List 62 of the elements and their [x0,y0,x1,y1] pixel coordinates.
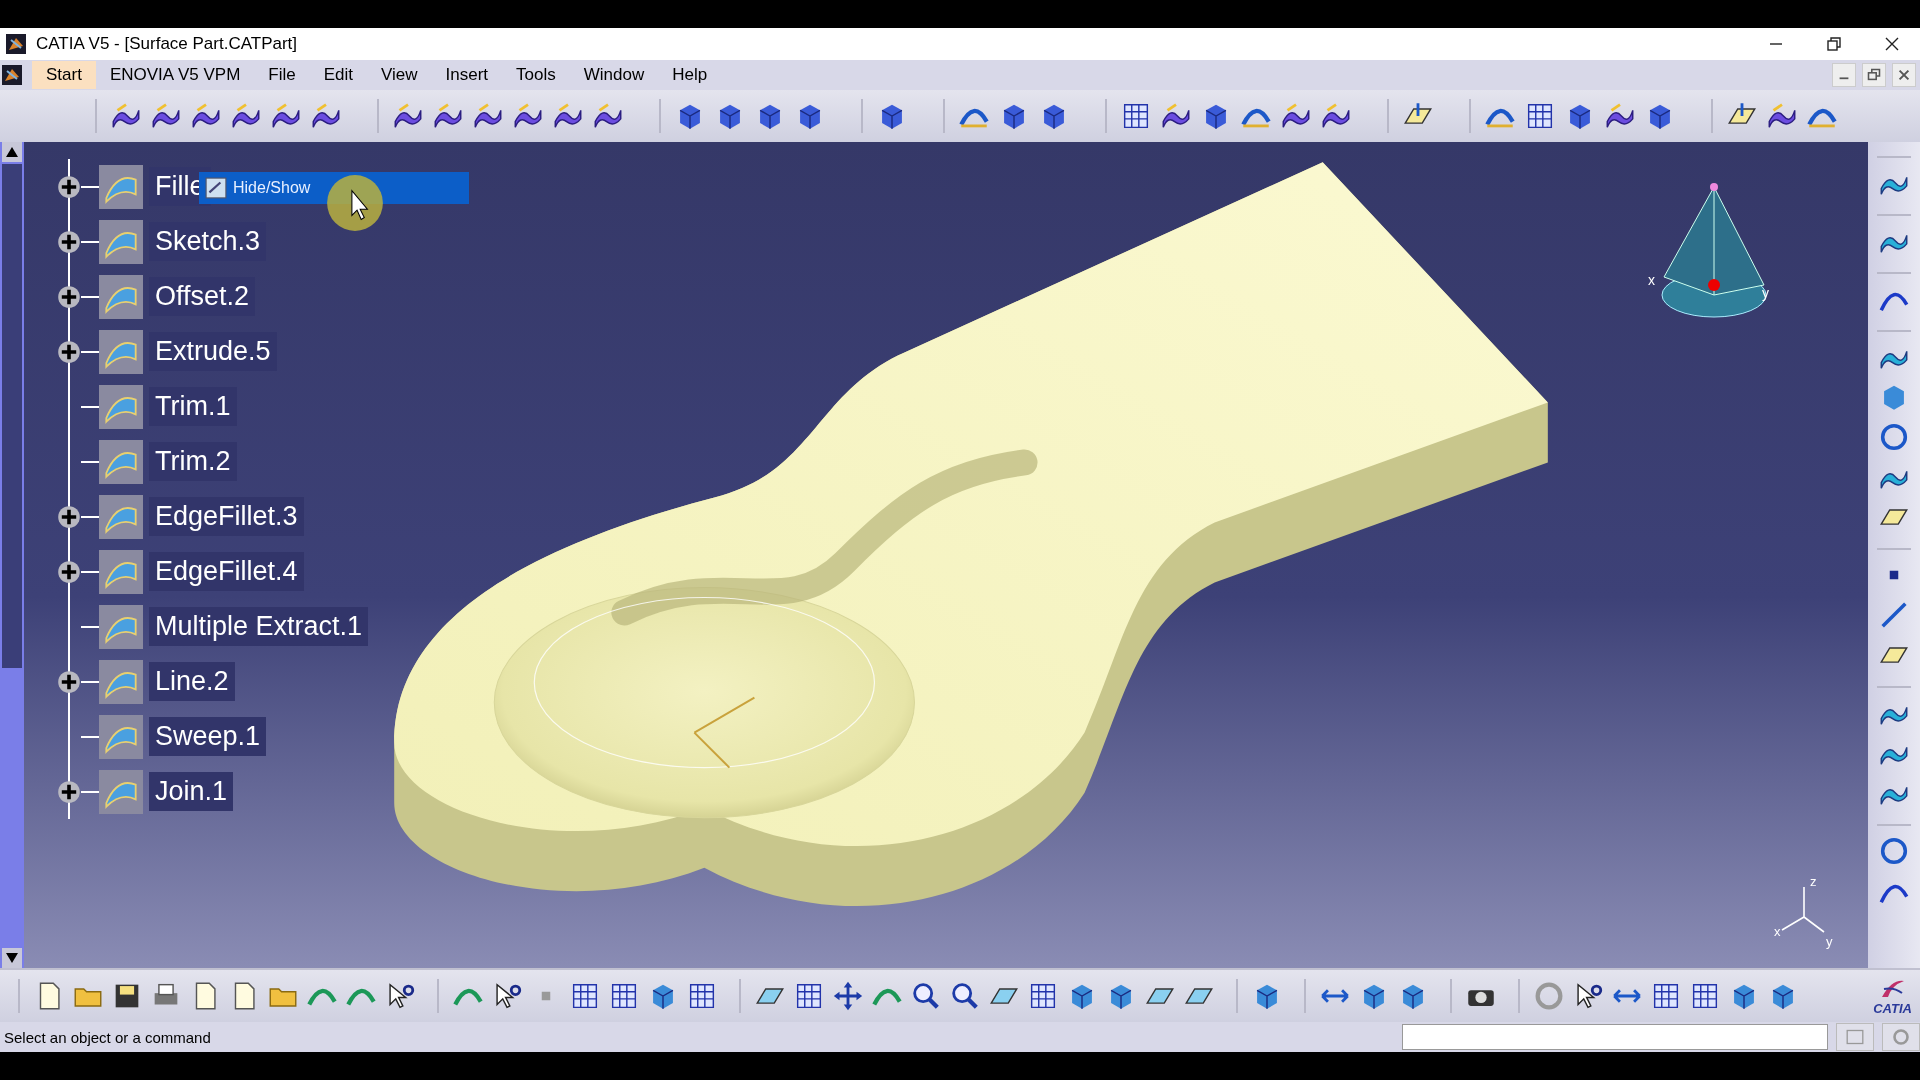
menu-item[interactable]: Start [32,61,96,89]
tree-item[interactable]: EdgeFillet.4 [149,552,304,591]
menu-item-label: Hide/Show [233,179,311,197]
logo-text: CATIA [1873,1000,1912,1016]
tree-item[interactable]: Offset.2 [149,277,256,316]
window-title: CATIA V5 - [Surface Part.CATPart] [36,34,298,54]
axis-label: z [1810,874,1817,889]
feature-icon[interactable] [99,274,143,319]
feature-icon[interactable] [99,659,143,704]
feature-icon[interactable] [99,384,143,429]
expand-icon[interactable] [57,504,81,529]
menu-item[interactable]: View [367,61,432,89]
close-icon[interactable] [1892,63,1916,87]
feature-icon[interactable] [99,714,143,759]
tree-item[interactable]: Multiple Extract.1 [149,607,369,646]
tree-item[interactable]: Trim.2 [149,442,237,481]
menu-item[interactable]: Insert [431,61,503,89]
tree-item[interactable]: Line.2 [149,662,235,701]
restore-icon[interactable] [1824,34,1844,54]
menu-item[interactable]: Help [658,61,722,89]
menu-item[interactable]: Window [569,61,659,89]
tree-item[interactable]: EdgeFillet.3 [149,497,304,536]
feature-icon[interactable] [99,219,143,264]
feature-icon[interactable] [99,604,143,649]
scroll-down-icon[interactable] [2,948,22,968]
tree-item[interactable]: Trim.1 [149,387,237,426]
scroll-up-icon[interactable] [2,142,22,162]
menu-item[interactable]: Edit [309,61,367,89]
scrollbar-thumb[interactable] [2,164,22,668]
app-logo-icon [2,65,22,85]
tree-item[interactable]: Join.1 [149,772,234,811]
expand-icon[interactable] [57,779,81,804]
feature-icon[interactable] [99,549,143,594]
tree-item[interactable]: Sweep.1 [149,717,267,756]
axis-label: x [1648,272,1655,288]
status-message: Select an object or a command [4,1028,211,1046]
app-logo-icon [6,34,26,54]
command-input-field[interactable] [1402,1024,1828,1050]
minimize-icon[interactable] [1832,63,1856,87]
scrollbar[interactable] [0,142,24,968]
axis-label: y [1826,934,1833,949]
feature-icon[interactable] [99,494,143,539]
expand-icon[interactable] [57,284,81,309]
tree-item[interactable]: Extrude.5 [149,332,277,371]
expand-icon[interactable] [57,559,81,584]
hide-show-icon [205,177,227,199]
expand-icon[interactable] [57,229,81,254]
feature-icon[interactable] [99,164,143,209]
tree-item[interactable]: Sketch.3 [149,222,267,261]
expand-icon[interactable] [57,669,81,694]
feature-icon[interactable] [99,769,143,814]
axis-label: y [1762,285,1769,301]
axis-label: x [1774,924,1781,939]
mouse-cursor-icon [324,172,386,234]
restore-icon[interactable] [1862,63,1886,87]
menu-item[interactable]: File [254,61,310,89]
menu-item[interactable]: Tools [502,61,570,89]
feature-icon[interactable] [99,439,143,484]
feature-icon[interactable] [99,329,143,374]
menu-item[interactable]: ENOVIA V5 VPM [95,61,255,89]
expand-icon[interactable] [57,339,81,364]
expand-icon[interactable] [57,174,81,199]
